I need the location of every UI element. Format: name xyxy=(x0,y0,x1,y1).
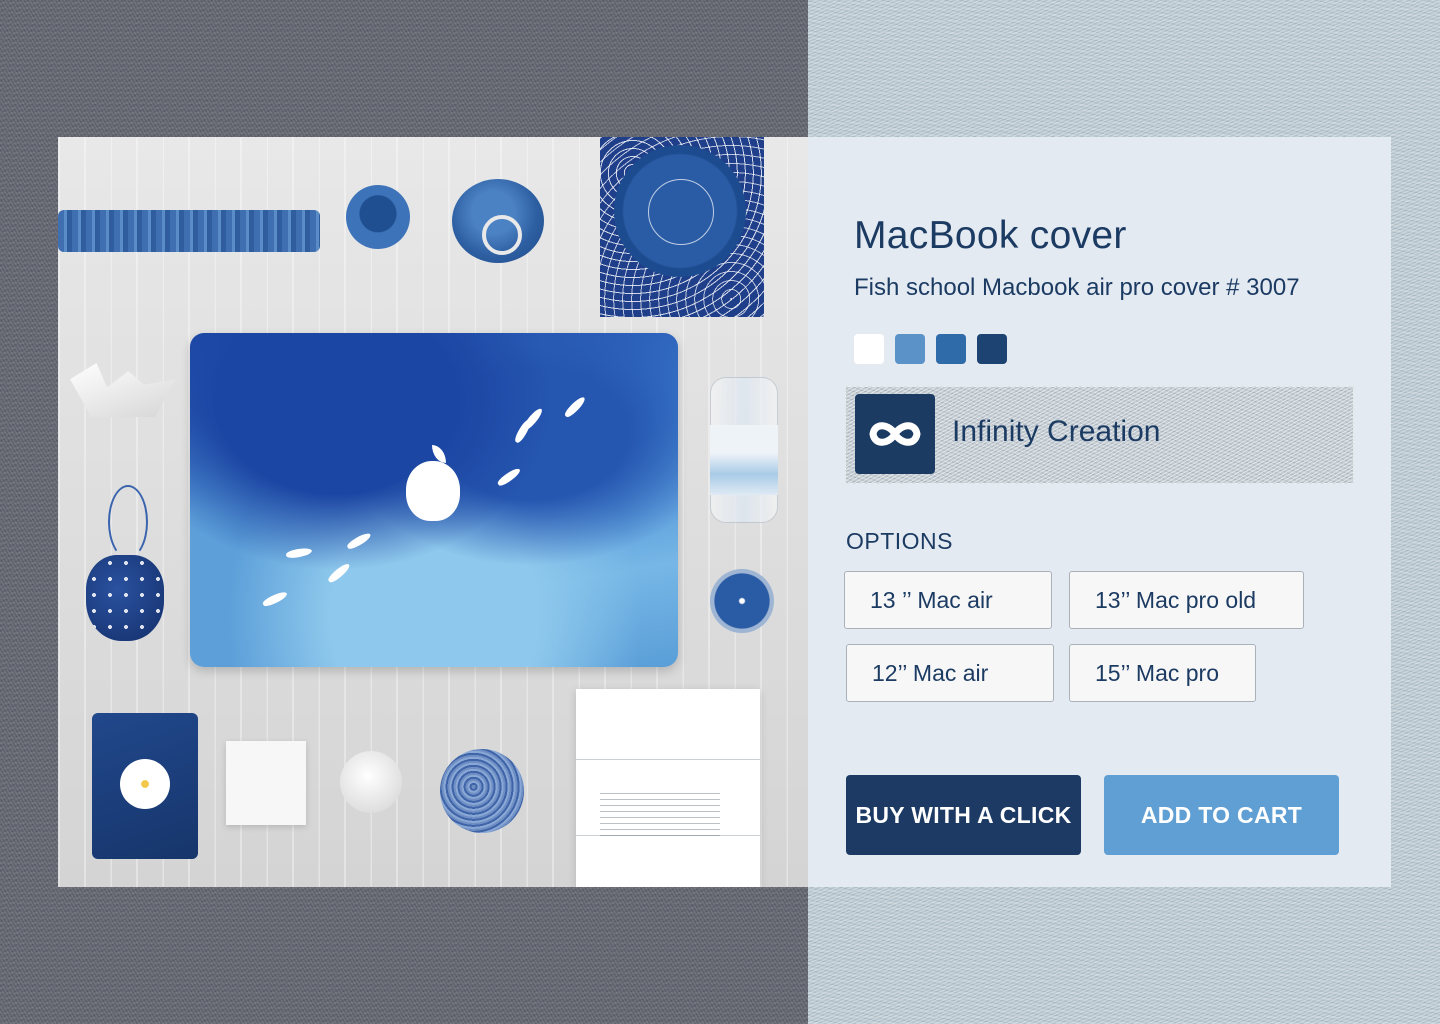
yarn-ball xyxy=(440,749,524,833)
product-title: MacBook cover xyxy=(854,214,1127,257)
color-swatch-blue[interactable] xyxy=(936,334,966,364)
fish-icon xyxy=(326,561,352,585)
buy-with-a-click-button[interactable]: BUY WITH A CLICK xyxy=(846,775,1081,855)
option-12-mac-air[interactable]: 12’’ Mac air xyxy=(846,644,1054,702)
letter-paper xyxy=(576,689,760,887)
fish-icon xyxy=(562,394,588,420)
add-to-cart-button[interactable]: ADD TO CART xyxy=(1104,775,1339,855)
color-swatch-light-blue[interactable] xyxy=(895,334,925,364)
blue-plate xyxy=(614,145,746,277)
notebook xyxy=(92,713,198,859)
apple-logo-icon xyxy=(406,445,460,521)
fish-icon xyxy=(261,589,289,609)
infinity-icon xyxy=(855,394,935,474)
infinity-icon-svg xyxy=(869,422,921,446)
teapot xyxy=(452,179,544,263)
macbook-cover-image xyxy=(190,333,678,667)
product-photo xyxy=(58,137,808,887)
fabric-pouch xyxy=(86,555,164,641)
option-13-mac-pro-old[interactable]: 13’’ Mac pro old xyxy=(1069,571,1304,629)
pouch-string xyxy=(108,485,148,559)
color-swatch-white[interactable] xyxy=(854,334,884,364)
paper-boat xyxy=(70,363,176,417)
candle xyxy=(710,569,774,633)
product-subtitle: Fish school Macbook air pro cover # 3007 xyxy=(854,274,1300,301)
option-15-mac-pro[interactable]: 15’’ Mac pro xyxy=(1069,644,1256,702)
color-swatch-navy[interactable] xyxy=(977,334,1007,364)
color-swatches xyxy=(854,334,1007,364)
tea-cup xyxy=(346,185,410,249)
bamboo-mat xyxy=(58,210,320,252)
fish-icon xyxy=(513,417,533,445)
jar-label xyxy=(710,425,778,495)
business-card xyxy=(226,741,306,825)
fish-icon xyxy=(345,531,373,551)
creator-card[interactable]: Infinity Creation xyxy=(845,386,1354,484)
options-label: OPTIONS xyxy=(846,528,954,554)
option-13-mac-air[interactable]: 13 ’’ Mac air xyxy=(844,571,1052,629)
fish-icon xyxy=(285,546,313,560)
salt-shaker xyxy=(340,751,402,813)
creator-name: Infinity Creation xyxy=(952,415,1161,448)
fish-icon xyxy=(496,466,522,488)
